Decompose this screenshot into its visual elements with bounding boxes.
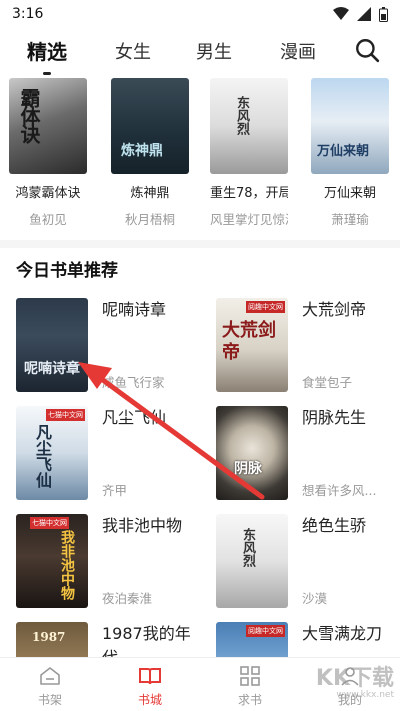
book-title: 阴脉先生 — [302, 408, 367, 427]
status-icons — [333, 6, 388, 22]
book-author: 齐甲 — [102, 483, 128, 498]
book-author: 秋月梧桐 — [124, 212, 175, 227]
book-title: 万仙来朝 — [323, 186, 376, 201]
tab-featured[interactable]: 精选 — [27, 36, 67, 75]
publisher-badge: 阅趣中文网 — [246, 625, 285, 637]
book-author: 食堂包子 — [302, 375, 353, 390]
nav-request-book[interactable]: 求书 — [200, 658, 300, 711]
book-cover: 万仙来朝 — [311, 78, 389, 174]
tab-male[interactable]: 男生 — [196, 38, 232, 64]
watermark: KK下载 www.kkx.net — [315, 666, 394, 700]
featured-book-row: 霸体诀 鸿蒙霸体诀 鱼初见 炼神鼎 炼神鼎 秋月梧桐 东风烈 重生78，开局..… — [0, 78, 400, 238]
battery-icon — [379, 6, 388, 22]
category-tabs: 精选 女生 男生 漫画 — [0, 30, 400, 75]
book-title: 大雪满龙刀 — [302, 624, 383, 643]
book-author: 咸鱼飞行家 — [102, 375, 165, 390]
book-list-item[interactable]: 七猫中文网 我非池中物 我非池中物 夜泊秦淮 — [16, 514, 200, 610]
book-title: 鸿蒙霸体诀 — [15, 186, 81, 201]
book-title: 炼神鼎 — [130, 186, 170, 201]
book-cover: 东风烈 — [216, 514, 288, 608]
publisher-badge: 七猫中文网 — [46, 409, 85, 421]
book-list-item[interactable]: 七猫中文网 凡尘飞仙 凡尘飞仙 齐甲 — [16, 406, 200, 502]
wifi-icon — [333, 7, 349, 20]
shelf-icon — [40, 667, 60, 685]
book-card[interactable]: 万仙来朝 万仙来朝 萧瑾瑜 — [311, 78, 389, 228]
book-title: 大荒剑帝 — [302, 300, 367, 319]
book-author: 鱼初见 — [29, 212, 67, 227]
book-title: 重生78，开局... — [210, 186, 288, 201]
tab-comics[interactable]: 漫画 — [280, 38, 316, 64]
signal-icon — [357, 7, 371, 21]
status-bar: 3:16 — [0, 0, 400, 28]
book-title: 呢喃诗章 — [102, 300, 167, 319]
grid-icon — [240, 666, 260, 686]
publisher-badge: 七猫中文网 — [30, 517, 69, 529]
book-cover: 阴脉 — [216, 406, 288, 500]
book-author: 想看许多风... — [302, 483, 377, 498]
book-cover: 东风烈 — [210, 78, 288, 174]
book-author: 风里掌灯见惊泓 — [210, 212, 288, 227]
book-author: 萧瑾瑜 — [331, 212, 369, 227]
book-list-item[interactable]: 呢喃诗章 呢喃诗章 咸鱼飞行家 — [16, 298, 200, 394]
publisher-badge: 阅趣中文网 — [246, 301, 285, 313]
nav-label: 书城 — [137, 693, 162, 707]
book-cover: 呢喃诗章 — [16, 298, 88, 392]
search-icon[interactable] — [354, 37, 380, 63]
book-title: 绝色生骄 — [302, 516, 367, 535]
tab-female[interactable]: 女生 — [115, 38, 151, 64]
section-title: 今日书单推荐 — [16, 261, 118, 281]
book-card[interactable]: 霸体诀 鸿蒙霸体诀 鱼初见 — [9, 78, 87, 228]
book-cover: 炼神鼎 — [111, 78, 189, 174]
book-list-item[interactable]: 阅趣中文网 大荒剑帝 大荒剑帝 食堂包子 — [216, 298, 400, 394]
book-card[interactable]: 炼神鼎 炼神鼎 秋月梧桐 — [111, 78, 189, 228]
nav-label: 求书 — [237, 693, 262, 707]
book-author: 夜泊秦淮 — [102, 591, 153, 606]
nav-bookshelf[interactable]: 书架 — [0, 658, 100, 711]
book-cover: 阅趣中文网 大荒剑帝 — [216, 298, 288, 392]
book-cover: 七猫中文网 凡尘飞仙 — [16, 406, 88, 500]
book-card[interactable]: 东风烈 重生78，开局... 风里掌灯见惊泓 — [210, 78, 288, 228]
section-divider — [0, 240, 400, 248]
book-cover: 七猫中文网 我非池中物 — [16, 514, 88, 608]
book-icon — [139, 668, 161, 685]
status-time: 3:16 — [12, 6, 44, 22]
nav-bookstore[interactable]: 书城 — [100, 658, 200, 711]
book-list-item[interactable]: 阴脉 阴脉先生 想看许多风... — [216, 406, 400, 502]
nav-label: 书架 — [37, 693, 62, 707]
book-cover: 霸体诀 — [9, 78, 87, 174]
book-title: 我非池中物 — [102, 516, 183, 535]
book-title: 凡尘飞仙 — [102, 408, 167, 427]
book-author: 沙漠 — [302, 591, 328, 606]
book-list-item[interactable]: 东风烈 绝色生骄 沙漠 — [216, 514, 400, 610]
